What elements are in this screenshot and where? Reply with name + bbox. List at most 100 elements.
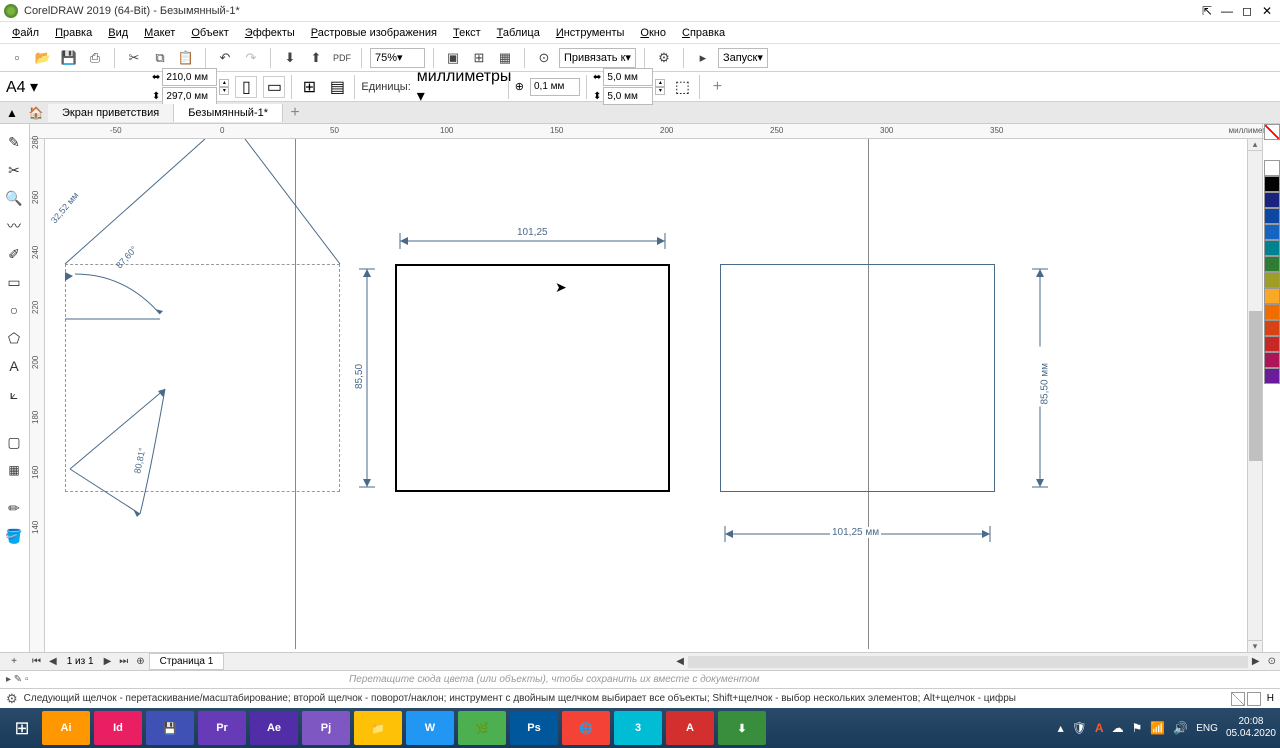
color-swatch[interactable] [1264,160,1280,176]
text-tool-icon[interactable]: A [0,352,28,380]
taskbar-app[interactable]: W [406,711,454,745]
color-swatch[interactable] [1264,304,1280,320]
next-page-button[interactable]: ▶ [100,656,116,667]
color-swatch[interactable] [1264,320,1280,336]
artistic-media-icon[interactable]: ✐ [0,240,28,268]
add-page-button[interactable]: + [0,656,28,667]
prev-page-button[interactable]: ◀ [45,656,61,667]
taskbar-app[interactable]: Pr [198,711,246,745]
drawing-canvas[interactable]: 32,52 мм 87,60° 80,81° 101,25 [45,139,1265,652]
polygon-tool-icon[interactable]: ⬠ [0,324,28,352]
current-page-button[interactable]: ▤ [326,76,348,98]
dropshadow-tool-icon[interactable]: ▢ [0,428,28,456]
taskbar-app[interactable]: Ai [42,711,90,745]
portrait-button[interactable]: ▯ [235,76,257,98]
import-button[interactable]: ⬇ [279,47,301,69]
cut-button[interactable]: ✂ [123,47,145,69]
menu-layout[interactable]: Макет [136,25,183,41]
freehand-tool-icon[interactable]: ✎ [0,128,28,156]
vertical-ruler[interactable]: 280260240220200180160140 [30,139,45,652]
color-drop-area[interactable]: ▸ ✎ ▫ Перетащите сюда цвета (или объекты… [0,670,1280,688]
tray-volume-icon[interactable]: 🔊 [1173,721,1188,735]
scrollbar-thumb[interactable] [1249,311,1262,461]
menu-bitmaps[interactable]: Растровые изображения [303,25,445,41]
taskbar-app[interactable]: Pj [302,711,350,745]
menu-table[interactable]: Таблица [489,25,548,41]
menu-file[interactable]: Файл [4,25,47,41]
color-swatch[interactable] [1264,176,1280,192]
add-button[interactable]: + [706,76,728,98]
taskbar-app[interactable]: 🌐 [562,711,610,745]
nudge-input[interactable] [530,78,580,96]
menu-tools[interactable]: Инструменты [548,25,633,41]
taskbar-app[interactable]: ⬇ [718,711,766,745]
rectangle-right[interactable] [720,264,995,492]
export-icon[interactable]: ⇱ [1198,3,1216,19]
dup-y-input[interactable] [603,87,653,105]
color-swatch[interactable] [1264,208,1280,224]
gear-icon[interactable]: ⚙ [6,691,18,707]
fill-tool-icon[interactable]: 🪣 [0,522,28,550]
landscape-button[interactable]: ▭ [263,76,285,98]
page-frame-button[interactable]: ⬚ [671,76,693,98]
tray-up-icon[interactable]: ▴ [1058,721,1064,735]
color-swatch[interactable] [1264,224,1280,240]
taskbar-app[interactable]: Ae [250,711,298,745]
no-color-swatch[interactable] [1264,124,1280,140]
launch-icon[interactable]: ▸ [692,47,714,69]
copy-button[interactable]: ⧉ [149,47,171,69]
grid-button[interactable]: ▦ [494,47,516,69]
add-page-after-button[interactable]: ⊕ [132,656,148,667]
dup-spinner[interactable]: ▴▾ [655,79,665,95]
first-page-button[interactable]: ⏮ [28,656,45,667]
fill-outline-indicator[interactable] [1231,692,1261,706]
units-dropdown[interactable]: миллиметры ▾ [417,68,502,106]
menu-edit[interactable]: Правка [47,25,100,41]
page-dim-spinner[interactable]: ▴▾ [219,79,229,95]
taskbar-app[interactable]: Ps [510,711,558,745]
rectangle-tool-icon[interactable]: ▭ [0,268,28,296]
tab-document[interactable]: Безымянный-1* [174,104,283,122]
pick-tool-home-icon[interactable]: ▲ [0,103,24,123]
page-tab[interactable]: Страница 1 [149,653,225,670]
taskbar-app[interactable]: 🌿 [458,711,506,745]
taskbar-app[interactable]: Id [94,711,142,745]
tray-shield-icon[interactable]: 🛡 [1072,721,1087,735]
tray-lang[interactable]: ENG [1196,723,1218,734]
new-button[interactable]: ▫ [6,47,28,69]
taskbar-app[interactable]: 💾 [146,711,194,745]
start-button[interactable]: ⊞ [4,712,40,744]
color-swatch[interactable] [1264,288,1280,304]
canvas-area[interactable]: миллиметры -50050100150200250300350 2802… [30,124,1280,652]
hscroll-left[interactable]: ◀ [672,656,688,667]
transparency-tool-icon[interactable]: ▦ [0,456,28,484]
color-swatch[interactable] [1264,240,1280,256]
menu-help[interactable]: Справка [674,25,733,41]
export-button[interactable]: ⬆ [305,47,327,69]
menu-object[interactable]: Объект [183,25,236,41]
fullscreen-button[interactable]: ▣ [442,47,464,69]
menu-text[interactable]: Текст [445,25,489,41]
redo-button[interactable]: ↷ [240,47,262,69]
save-button[interactable]: 💾 [58,47,80,69]
launch-dropdown[interactable]: Запуск ▾ [718,48,768,68]
all-pages-button[interactable]: ⊞ [298,76,320,98]
print-button[interactable]: ⎙ [84,47,106,69]
page-width-input[interactable] [162,68,217,86]
color-swatch[interactable] [1264,368,1280,384]
snap-dropdown[interactable]: Привязать к ▾ [559,48,636,68]
curve-tool-icon[interactable]: 〰 [0,212,28,240]
selection-rectangle[interactable] [65,264,340,492]
hscroll-right[interactable]: ▶ [1248,656,1264,667]
horizontal-scrollbar[interactable] [688,656,1248,668]
zoom-dropdown[interactable]: 75% ▾ [370,48,425,68]
rulers-button[interactable]: ⊞ [468,47,490,69]
tray-cloud-icon[interactable]: ☁ [1112,721,1124,735]
color-swatch[interactable] [1264,192,1280,208]
dup-x-input[interactable] [603,68,653,86]
eyedropper-tool-icon[interactable]: ✏ [0,494,28,522]
tray-aa-icon[interactable]: A [1095,721,1104,735]
dimension-tool-icon[interactable]: ⟀ [0,380,28,408]
vertical-scrollbar[interactable]: ▴ ▾ [1247,139,1262,652]
pan-button[interactable]: ⊙ [1264,656,1280,667]
